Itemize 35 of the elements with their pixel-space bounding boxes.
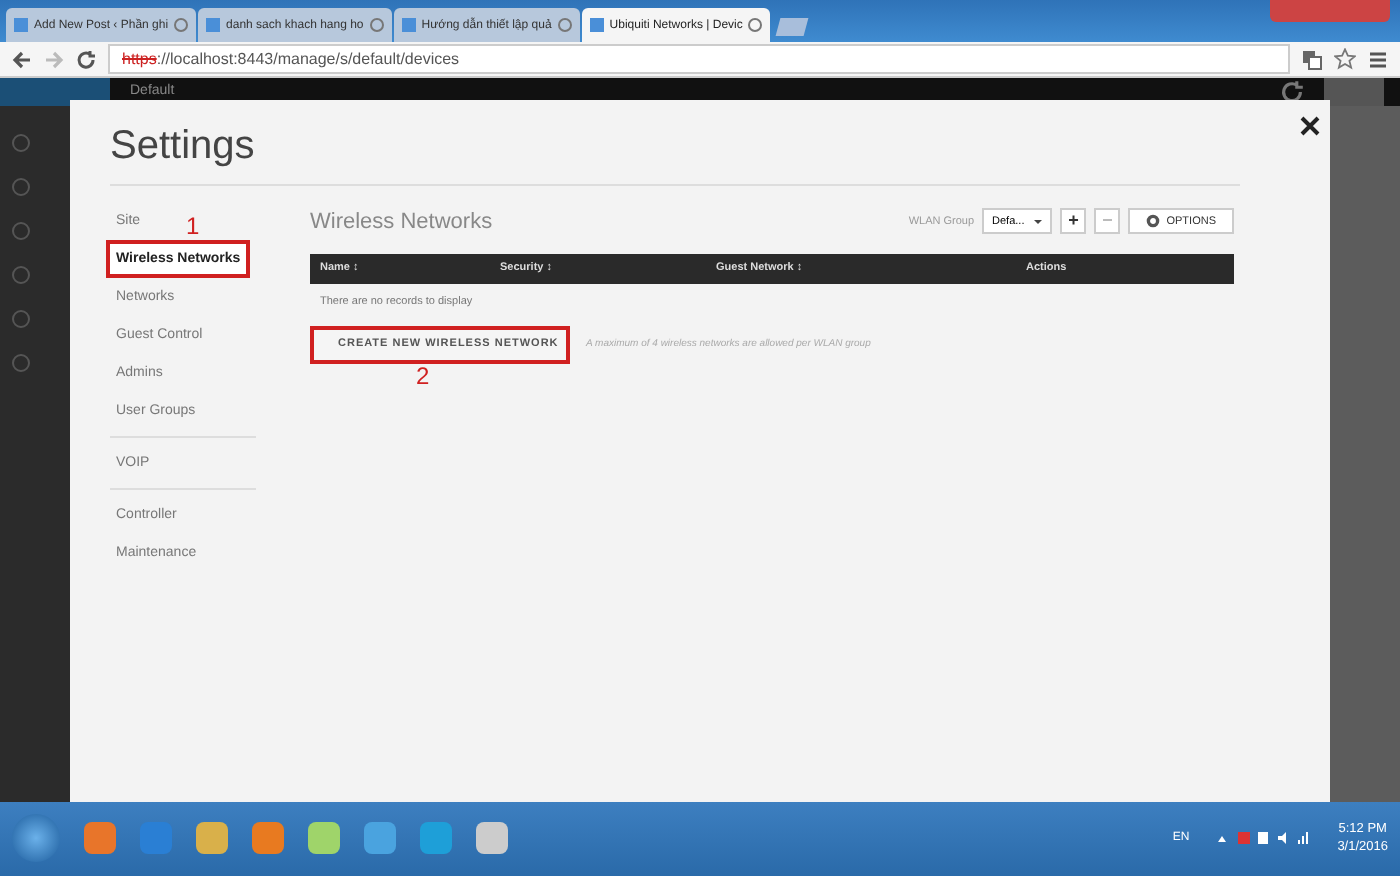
taskbar-app-icon[interactable]: [84, 822, 116, 855]
tray-icons-drawing[interactable]: [1213, 830, 1314, 847]
step-number: 1: [186, 213, 200, 238]
favicon-icon: [589, 18, 604, 33]
menu-icon[interactable]: [1368, 49, 1388, 70]
nav-icon[interactable]: [12, 177, 30, 196]
refresh-icon[interactable]: [1280, 79, 1304, 104]
taskbar-app-icon[interactable]: [252, 822, 284, 855]
favicon-icon: [206, 18, 221, 33]
nav-icon[interactable]: [12, 133, 30, 152]
nav-icon[interactable]: [12, 353, 30, 372]
star-icon[interactable]: [1334, 48, 1356, 71]
favicon-icon: [401, 18, 416, 33]
forward-icon[interactable]: [44, 49, 64, 70]
nav-icon[interactable]: [12, 221, 30, 240]
gear-icon: [1146, 214, 1161, 229]
reload-icon[interactable]: [76, 49, 96, 70]
nav-icon[interactable]: [12, 265, 30, 284]
dialog-title: Settings: [110, 123, 255, 170]
nav-icon[interactable]: [12, 309, 30, 328]
taskbar-app-icon[interactable]: [364, 822, 396, 855]
address-bar[interactable]: https://localhost:8443/manage/s/default/devices: [108, 44, 1290, 75]
taskbar-app-icon[interactable]: [196, 822, 228, 855]
section-title: Wireless Networks: [310, 209, 493, 234]
new-tab-button[interactable]: [776, 18, 810, 37]
start-button[interactable]: [12, 814, 60, 863]
taskbar-app-icon[interactable]: [420, 822, 452, 855]
taskbar-app-icon[interactable]: [308, 822, 340, 855]
favicon-icon: [14, 18, 28, 33]
taskbar-app-icon[interactable]: [476, 822, 508, 855]
back-icon[interactable]: [12, 49, 32, 70]
avatar-placeholder[interactable]: [1324, 77, 1384, 106]
step-number: 2: [416, 363, 432, 388]
translate-icon[interactable]: [1302, 49, 1322, 70]
add-button[interactable]: +: [1060, 208, 1087, 235]
